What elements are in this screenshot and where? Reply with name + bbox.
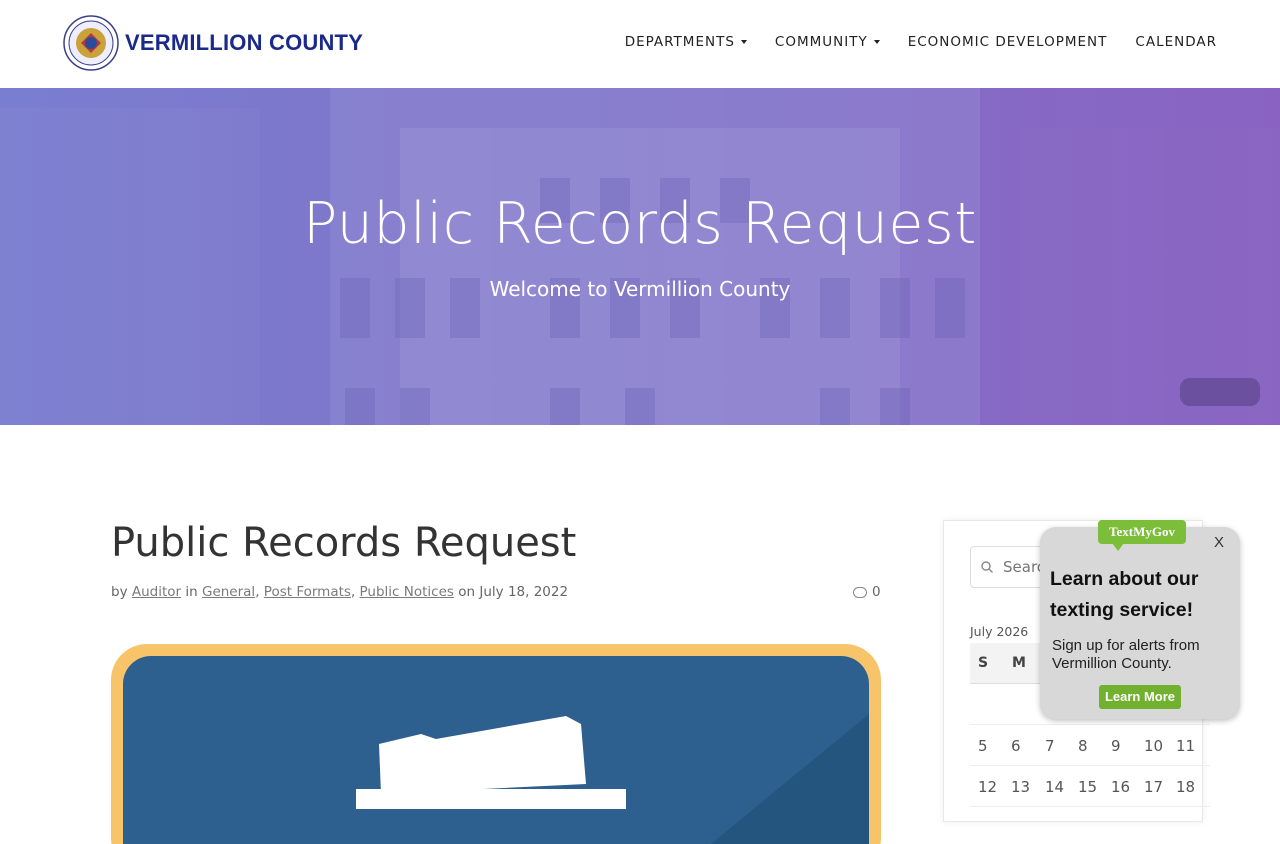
textmygov-popup: TextMyGov X Learn about our texting serv… [1040, 520, 1240, 719]
nav-community[interactable]: COMMUNITY [775, 34, 880, 50]
calendar-day[interactable]: 13 [1011, 778, 1030, 796]
site-logo[interactable]: VERMILLION COUNTY [63, 15, 363, 71]
calendar-day[interactable]: 9 [1111, 737, 1121, 755]
nav-departments[interactable]: DEPARTMENTS [625, 34, 747, 50]
featured-image [111, 644, 881, 844]
calendar-day[interactable]: 18 [1176, 778, 1195, 796]
nav-label: ECONOMIC DEVELOPMENT [907, 34, 1108, 50]
category-link-general[interactable]: General [202, 584, 255, 600]
hero-subtitle: Welcome to Vermillion County [489, 277, 791, 301]
textmygov-badge: TextMyGov [1098, 520, 1186, 544]
main-nav: DEPARTMENTS COMMUNITY ECONOMIC DEVELOPME… [597, 34, 1217, 50]
author-link[interactable]: Auditor [132, 584, 181, 600]
comments-link[interactable]: 0 [853, 584, 881, 600]
caret-down-icon [740, 40, 747, 44]
meta-by: by [111, 584, 128, 600]
comment-bubble-icon [853, 586, 867, 598]
nav-label: COMMUNITY [774, 34, 868, 50]
calendar-caption: July 2026 [970, 624, 1029, 639]
weekday-label: M [1012, 655, 1026, 671]
post-meta: by Auditor in General, Post Formats, Pub… [111, 584, 569, 600]
popup-text: Sign up for alerts from Vermillion Count… [1052, 637, 1200, 672]
speech-tail-icon [1112, 543, 1124, 551]
calendar-row: 5 6 7 8 9 10 11 [970, 725, 1210, 766]
caret-down-icon [873, 40, 880, 44]
calendar-day[interactable]: 6 [1011, 737, 1021, 755]
close-button[interactable]: X [1214, 534, 1224, 551]
calendar-day[interactable]: 12 [978, 778, 997, 796]
hero-title: Public Records Request [302, 191, 978, 257]
meta-on: on [458, 584, 476, 600]
calendar-day[interactable]: 16 [1111, 778, 1130, 796]
calendar-day[interactable]: 8 [1078, 737, 1088, 755]
category-link-post-formats[interactable]: Post Formats [264, 584, 351, 600]
comment-count: 0 [872, 584, 881, 600]
meta-in: in [185, 584, 198, 600]
popup-title: Learn about our texting service! [1050, 568, 1199, 621]
post-date: July 18, 2022 [479, 584, 569, 600]
calendar-day[interactable]: 14 [1045, 778, 1064, 796]
calendar-day[interactable]: 15 [1078, 778, 1097, 796]
nav-label: CALENDAR [1135, 34, 1217, 50]
nav-economic-development[interactable]: ECONOMIC DEVELOPMENT [908, 34, 1108, 50]
calendar-day[interactable]: 17 [1144, 778, 1163, 796]
search-icon [981, 561, 993, 573]
hero-banner: Public Records Request Welcome to Vermil… [0, 88, 1280, 425]
weekday-label: S [978, 655, 989, 671]
nav-label: DEPARTMENTS [624, 34, 735, 50]
nav-calendar[interactable]: CALENDAR [1135, 34, 1217, 50]
post-title: Public Records Request [111, 520, 577, 566]
county-seal-icon [63, 15, 119, 71]
calendar-row: 12 13 14 15 16 17 18 [970, 766, 1210, 807]
calendar-day[interactable]: 7 [1045, 737, 1055, 755]
category-link-public-notices[interactable]: Public Notices [360, 584, 454, 600]
calendar-day[interactable]: 5 [978, 737, 988, 755]
calendar-day[interactable]: 11 [1176, 737, 1195, 755]
logo-text: VERMILLION COUNTY [125, 30, 364, 55]
site-header: VERMILLION COUNTY DEPARTMENTS COMMUNITY … [0, 0, 1280, 88]
calendar-day[interactable]: 10 [1144, 737, 1163, 755]
learn-more-button[interactable]: Learn More [1099, 685, 1181, 709]
